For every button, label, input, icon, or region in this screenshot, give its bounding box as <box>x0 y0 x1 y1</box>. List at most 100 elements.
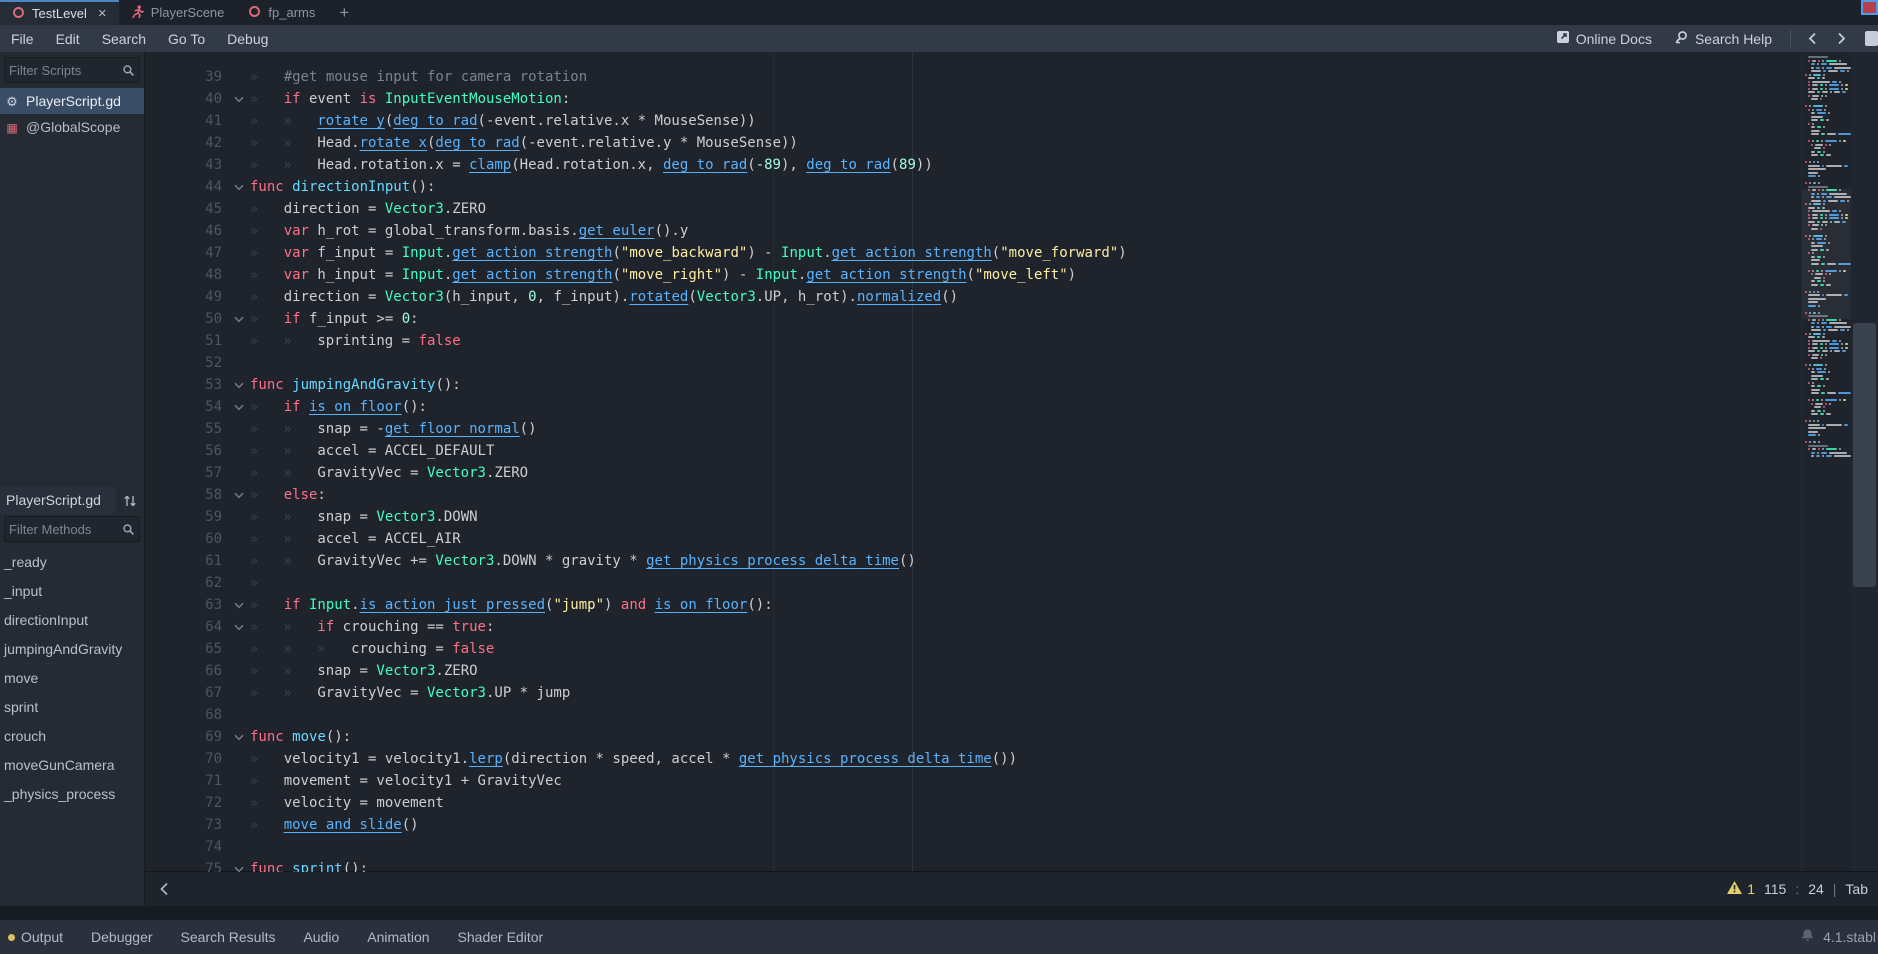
fold-gutter <box>228 836 250 858</box>
code-line[interactable]: 66»»snap = Vector3.ZERO <box>145 660 1878 682</box>
script-panel-icon[interactable] <box>1865 31 1878 46</box>
code-line[interactable]: 43»»Head.rotation.x = clamp(Head.rotatio… <box>145 154 1878 176</box>
script-item-PlayerScript.gd[interactable]: ⚙PlayerScript.gd <box>0 88 144 114</box>
cursor-column[interactable]: 24 <box>1808 881 1824 897</box>
fold-icon[interactable] <box>228 308 250 330</box>
code-line[interactable]: 71»movement = velocity1 + GravityVec <box>145 770 1878 792</box>
bottom-panel-shader-editor[interactable]: Shader Editor <box>444 929 558 945</box>
menu-debug[interactable]: Debug <box>216 31 279 47</box>
code-line[interactable]: 53func jumpingAndGravity(): <box>145 374 1878 396</box>
code-line[interactable]: 39»#get mouse input for camera rotation <box>145 66 1878 88</box>
code-line[interactable]: 54»if is_on_floor(): <box>145 396 1878 418</box>
indent-type[interactable]: Tab <box>1845 881 1868 897</box>
scene-tab-TestLevel[interactable]: TestLevel× <box>0 0 119 25</box>
method-item-_physics_process[interactable]: _physics_process <box>0 779 144 808</box>
code-line[interactable]: 72»velocity = movement <box>145 792 1878 814</box>
bottom-panel-animation[interactable]: Animation <box>353 929 443 945</box>
collapse-scripts-panel-button[interactable] <box>145 882 183 896</box>
fold-icon[interactable] <box>228 616 250 638</box>
menu-file[interactable]: File <box>0 31 45 47</box>
online-docs-button[interactable]: Online Docs <box>1548 30 1660 47</box>
code-line[interactable]: 62» <box>145 572 1878 594</box>
method-item-jumpingAndGravity[interactable]: jumpingAndGravity <box>0 634 144 663</box>
methods-panel-title[interactable]: PlayerScript.gd <box>0 487 116 514</box>
code-line[interactable]: 68 <box>145 704 1878 726</box>
code-line[interactable]: 73»move_and_slide() <box>145 814 1878 836</box>
code-line[interactable]: 44func directionInput(): <box>145 176 1878 198</box>
history-back-button[interactable] <box>1801 32 1824 45</box>
filter-scripts-input[interactable] <box>5 63 122 78</box>
code-line[interactable]: 57»»GravityVec = Vector3.ZERO <box>145 462 1878 484</box>
code-line[interactable]: 50»if f_input >= 0: <box>145 308 1878 330</box>
method-item-_input[interactable]: _input <box>0 576 144 605</box>
sort-methods-button[interactable] <box>116 494 144 508</box>
code-line[interactable]: 46»var h_rot = global_transform.basis.ge… <box>145 220 1878 242</box>
fold-gutter <box>228 66 250 88</box>
menu-bar: FileEditSearchGo ToDebug Online Docs Sea… <box>0 25 1878 52</box>
code-line[interactable]: 51»»sprinting = false <box>145 330 1878 352</box>
method-item-crouch[interactable]: crouch <box>0 721 144 750</box>
warning-count-badge[interactable]: 1 <box>1726 880 1755 898</box>
bottom-panel-audio[interactable]: Audio <box>289 929 353 945</box>
scene-tab-PlayerScene[interactable]: PlayerScene <box>119 0 237 25</box>
code-line[interactable]: 58»else: <box>145 484 1878 506</box>
new-tab-button[interactable]: + <box>327 0 361 25</box>
history-forward-button[interactable] <box>1830 32 1853 45</box>
code-line[interactable]: 49»direction = Vector3(h_input, 0, f_inp… <box>145 286 1878 308</box>
bottom-panel-debugger[interactable]: Debugger <box>77 929 167 945</box>
code-line[interactable]: 55»»snap = -get_floor_normal() <box>145 418 1878 440</box>
menu-edit[interactable]: Edit <box>45 31 91 47</box>
cursor-line[interactable]: 115 <box>1764 881 1786 897</box>
code-line[interactable]: 74 <box>145 836 1878 858</box>
code-line[interactable]: 47»var f_input = Input.get_action_streng… <box>145 242 1878 264</box>
code-line-text: »direction = Vector3.ZERO <box>250 198 1878 220</box>
code-line[interactable]: 45»direction = Vector3.ZERO <box>145 198 1878 220</box>
warning-count: 1 <box>1747 881 1755 897</box>
fold-icon[interactable] <box>228 176 250 198</box>
tab-indent-marker: » <box>250 573 284 595</box>
method-item-_ready[interactable]: _ready <box>0 547 144 576</box>
fold-icon[interactable] <box>228 374 250 396</box>
fold-icon[interactable] <box>228 858 250 872</box>
menu-go-to[interactable]: Go To <box>157 31 216 47</box>
search-help-button[interactable]: Search Help <box>1666 30 1780 48</box>
code-line-text: » <box>250 572 1878 594</box>
code-line[interactable]: 42»»Head.rotate_x(deg_to_rad(-event.rela… <box>145 132 1878 154</box>
code-line[interactable]: 59»»snap = Vector3.DOWN <box>145 506 1878 528</box>
scene-tab-fp_arms[interactable]: fp_arms <box>236 0 327 25</box>
fold-icon[interactable] <box>228 594 250 616</box>
code-line[interactable]: 61»»GravityVec += Vector3.DOWN * gravity… <box>145 550 1878 572</box>
code-line[interactable]: 60»»accel = ACCEL_AIR <box>145 528 1878 550</box>
fold-icon[interactable] <box>228 484 250 506</box>
code-line[interactable]: 69func move(): <box>145 726 1878 748</box>
code-line[interactable]: 56»»accel = ACCEL_DEFAULT <box>145 440 1878 462</box>
fold-icon[interactable] <box>228 396 250 418</box>
fold-gutter <box>228 286 250 308</box>
filter-methods-input[interactable] <box>5 522 122 537</box>
method-item-move[interactable]: move <box>0 663 144 692</box>
code-line[interactable]: 65»»»crouching = false <box>145 638 1878 660</box>
code-line[interactable]: 67»»GravityVec = Vector3.UP * jump <box>145 682 1878 704</box>
code-line[interactable]: 41»»rotate_y(deg_to_rad(-event.relative.… <box>145 110 1878 132</box>
menu-search[interactable]: Search <box>91 31 157 47</box>
notification-bell-icon[interactable] <box>1800 928 1815 946</box>
code-line[interactable]: 52 <box>145 352 1878 374</box>
method-item-moveGunCamera[interactable]: moveGunCamera <box>0 750 144 779</box>
bottom-panel-search-results[interactable]: Search Results <box>167 929 290 945</box>
bottom-panel-output[interactable]: Output <box>7 929 77 945</box>
method-item-directionInput[interactable]: directionInput <box>0 605 144 634</box>
code-line[interactable]: 40»if event is InputEventMouseMotion: <box>145 88 1878 110</box>
code-line[interactable]: 48»var h_input = Input.get_action_streng… <box>145 264 1878 286</box>
code-view[interactable]: 39»#get mouse input for camera rotation4… <box>145 52 1878 872</box>
code-line[interactable]: 63»if Input.is_action_just_pressed("jump… <box>145 594 1878 616</box>
code-line[interactable]: 70»velocity1 = velocity1.lerp(direction … <box>145 748 1878 770</box>
script-item-@GlobalScope[interactable]: ▦@GlobalScope <box>0 114 144 140</box>
tab-indent-marker: » <box>250 133 284 155</box>
code-line[interactable]: 64»»if crouching == true: <box>145 616 1878 638</box>
fold-icon[interactable] <box>228 88 250 110</box>
method-item-sprint[interactable]: sprint <box>0 692 144 721</box>
gear-icon: ⚙ <box>4 93 20 110</box>
code-line[interactable]: 75func sprint(): <box>145 858 1878 872</box>
close-icon[interactable]: × <box>98 6 107 21</box>
fold-icon[interactable] <box>228 726 250 748</box>
